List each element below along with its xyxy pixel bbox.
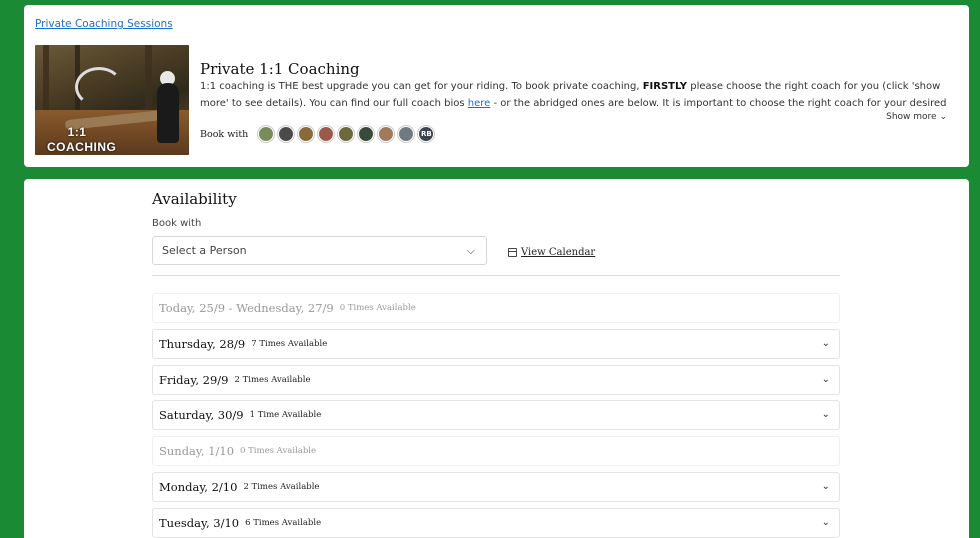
chevron-down-icon: ⌵ [466,244,475,257]
chevron-down-icon: ⌄ [939,112,947,122]
day-date: Tuesday, 3/10 [159,515,240,530]
coach-avatar[interactable] [318,126,335,142]
show-more-button[interactable]: Show more ⌄ [886,112,947,122]
divider [152,275,840,276]
day-date: Friday, 29/9 [159,372,229,387]
coach-bios-link[interactable]: here [468,98,491,109]
book-with-field-label: Book with [152,218,202,229]
day-availability-count: 6 Times Available [245,517,322,528]
book-with-label: Book with [200,128,249,140]
coaching-description: 1:1 coaching is THE best upgrade you can… [200,81,947,109]
coach-avatar[interactable] [298,126,315,142]
chevron-down-icon: ⌄ [821,337,830,349]
day-availability-count: 2 Times Available [243,481,320,492]
day-row: Today, 25/9 - Wednesday, 27/9 0 Times Ava… [152,293,840,323]
calendar-icon [508,248,517,257]
coach-avatar[interactable] [378,126,395,142]
chevron-down-icon: ⌄ [821,480,830,492]
day-row[interactable]: Thursday, 28/9 7 Times Available ⌄ [152,328,840,359]
day-row[interactable]: Saturday, 30/9 1 Time Available ⌄ [152,400,840,431]
chevron-down-icon: ⌄ [821,409,830,421]
coach-avatar[interactable] [358,126,375,142]
view-calendar-link[interactable]: View Calendar [508,247,595,258]
page-title: Private 1:1 Coaching [200,60,360,78]
day-date: Sunday, 1/10 [159,444,235,459]
coaching-info-card: Private Coaching Sessions 1:1 COACHING P… [24,5,969,167]
day-availability-count: 0 Times Available [339,303,416,313]
chevron-down-icon: ⌄ [821,516,830,528]
day-date: Saturday, 30/9 [159,408,244,423]
day-date: Thursday, 28/9 [159,336,246,351]
day-date: Today, 25/9 - Wednesday, 27/9 [159,301,334,315]
coach-avatar[interactable]: RB [418,126,435,142]
hero-caption: 1:1 COACHING [47,125,117,154]
availability-card: Availability Book with Select a Person ⌵… [24,179,969,538]
coach-avatar[interactable] [258,126,275,142]
day-row[interactable]: Tuesday, 3/10 6 Times Available ⌄ [152,507,840,538]
day-row[interactable]: Monday, 2/10 2 Times Available ⌄ [152,471,840,502]
chevron-down-icon: ⌄ [821,373,830,385]
day-list: Today, 25/9 - Wednesday, 27/9 0 Times Ava… [152,293,840,538]
day-date: Monday, 2/10 [159,479,238,494]
coaching-hero-image: 1:1 COACHING [35,45,189,155]
coach-avatar[interactable] [398,126,415,142]
coach-avatar[interactable] [338,126,355,142]
availability-title: Availability [152,190,237,208]
day-row[interactable]: Friday, 29/9 2 Times Available ⌄ [152,364,840,395]
day-availability-count: 7 Times Available [251,338,328,349]
breadcrumb-private-coaching[interactable]: Private Coaching Sessions [35,18,173,30]
day-availability-count: 1 Time Available [249,410,322,421]
day-row: Sunday, 1/10 0 Times Available [152,436,840,467]
book-with-row: Book with RB [200,126,438,142]
coach-avatar[interactable] [278,126,295,142]
day-availability-count: 0 Times Available [240,446,317,457]
day-availability-count: 2 Times Available [234,374,311,385]
person-select[interactable]: Select a Person ⌵ [152,236,487,265]
